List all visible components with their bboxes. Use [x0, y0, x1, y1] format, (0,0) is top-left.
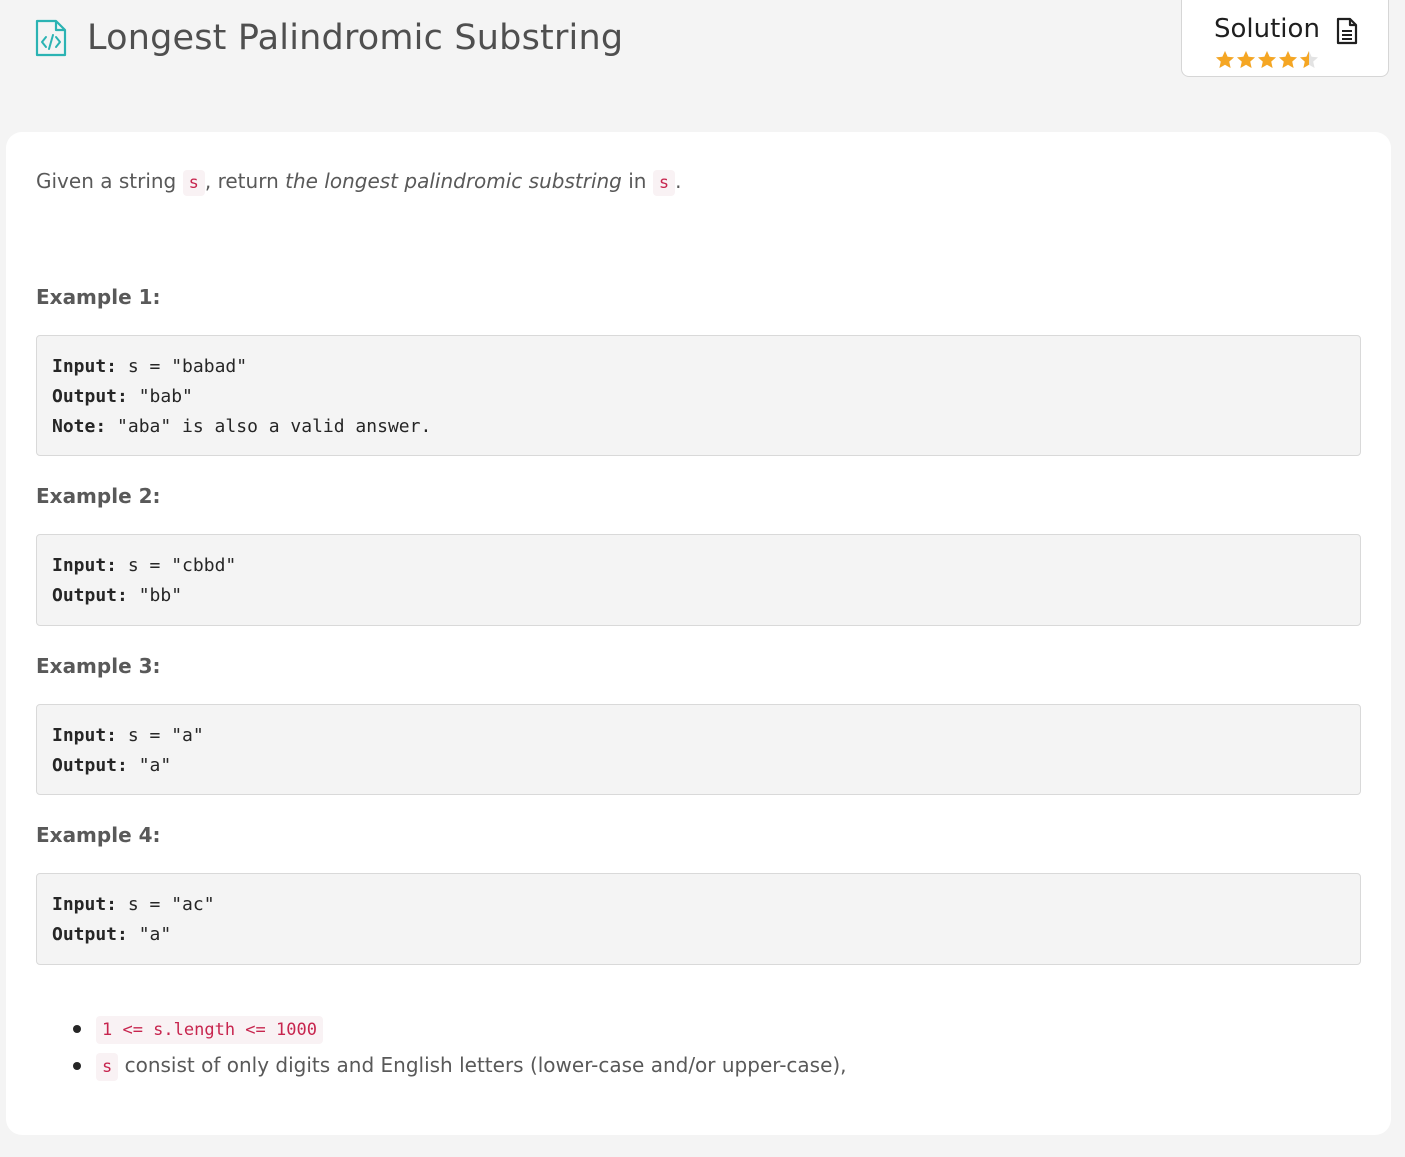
constraint-code: 1 <= s.length <= 1000 [96, 1016, 323, 1044]
output-label: Output: [52, 924, 128, 945]
title-wrap: Longest Palindromic Substring [35, 18, 623, 58]
example-block: Input: s = "cbbd" Output: "bb" [36, 534, 1361, 626]
note-label: Note: [52, 416, 107, 437]
constraint-text: consist of only digits and English lette… [118, 1053, 847, 1077]
constraints-list: 1 <= s.length <= 1000 s consist of only … [58, 1010, 847, 1084]
example-output-line: Output: "bab" [52, 382, 1345, 412]
example-input-line: Input: s = "cbbd" [52, 551, 1345, 581]
problem-header: Longest Palindromic Substring Solution [0, 0, 1405, 132]
output-label: Output: [52, 386, 128, 407]
desc-text: Given a string [36, 169, 183, 193]
star-full-icon [1258, 51, 1276, 68]
input-value: s = "cbbd" [117, 555, 237, 576]
input-value: s = "babad" [117, 356, 248, 377]
example-input-line: Input: s = "ac" [52, 890, 1345, 920]
example-block: Input: s = "babad" Output: "bab" Note: "… [36, 335, 1361, 456]
output-value: "a" [127, 755, 172, 776]
example-note-line: Note: "aba" is also a valid answer. [52, 412, 1345, 442]
solution-button[interactable]: Solution [1181, 0, 1389, 77]
example-output-line: Output: "a" [52, 920, 1345, 950]
input-label: Input: [52, 555, 118, 576]
desc-text: , return [204, 169, 286, 193]
example-input-line: Input: s = "babad" [52, 352, 1345, 382]
input-value: s = "ac" [117, 894, 215, 915]
output-label: Output: [52, 585, 128, 606]
constraint-code: s [96, 1053, 119, 1081]
doc-lines-icon [1336, 17, 1358, 45]
star-full-icon [1279, 51, 1297, 68]
input-value: s = "a" [117, 725, 204, 746]
desc-text: . [675, 169, 682, 193]
input-label: Input: [52, 725, 118, 746]
constraint-item: 1 <= s.length <= 1000 [58, 1010, 847, 1047]
doc-code-icon [35, 19, 67, 57]
input-label: Input: [52, 894, 118, 915]
input-label: Input: [52, 356, 118, 377]
desc-code: s [182, 170, 205, 196]
note-value: "aba" is also a valid answer. [106, 416, 432, 437]
example-output-line: Output: "bb" [52, 581, 1345, 611]
star-full-icon [1237, 51, 1255, 68]
desc-code: s [652, 170, 676, 196]
desc-text: in [621, 169, 653, 193]
output-value: "a" [127, 924, 172, 945]
example-block: Input: s = "a" Output: "a" [36, 704, 1361, 795]
desc-emphasis: the longest palindromic substring [285, 169, 622, 193]
example-title: Example 4: [36, 823, 161, 847]
example-block: Input: s = "ac" Output: "a" [36, 873, 1361, 965]
page-title: Longest Palindromic Substring [87, 18, 624, 58]
problem-description: Given a string s, return the longest pal… [36, 166, 681, 198]
example-title: Example 3: [36, 654, 161, 678]
example-input-line: Input: s = "a" [52, 721, 1345, 751]
output-value: "bb" [127, 585, 183, 606]
star-full-icon [1216, 51, 1234, 68]
example-title: Example 1: [36, 285, 161, 309]
rating-stars [1215, 50, 1319, 69]
solution-label: Solution [1214, 14, 1320, 44]
example-output-line: Output: "a" [52, 751, 1345, 781]
problem-content-card: Given a string s, return the longest pal… [6, 132, 1391, 1135]
output-value: "bab" [127, 386, 193, 407]
output-label: Output: [52, 755, 128, 776]
star-half-icon [1300, 51, 1318, 68]
constraint-item: s consist of only digits and English let… [58, 1047, 847, 1084]
example-title: Example 2: [36, 484, 161, 508]
